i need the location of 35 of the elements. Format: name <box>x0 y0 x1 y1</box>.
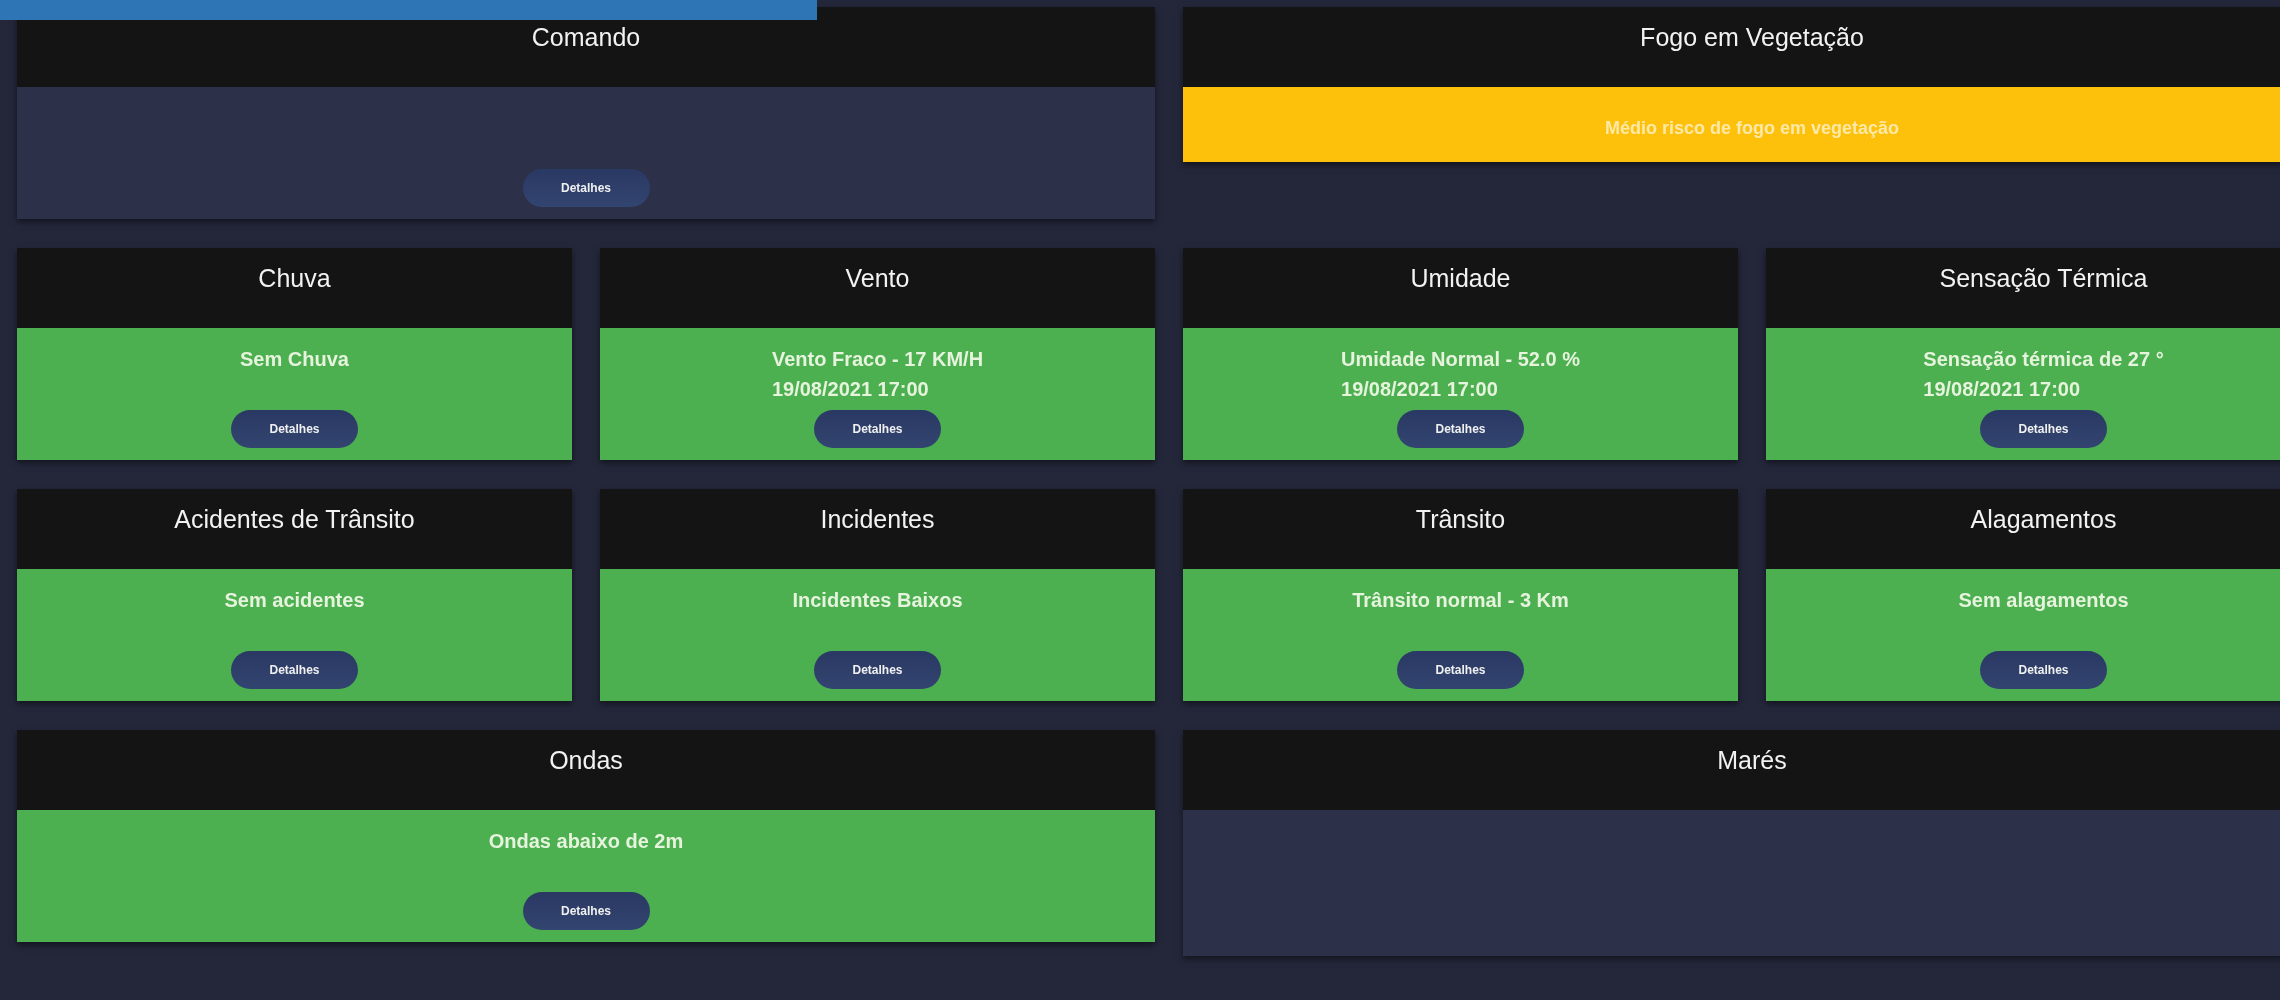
status-text: Trânsito normal - 3 Km <box>1352 588 1569 613</box>
card-title: Fogo em Vegetação <box>1640 23 1864 52</box>
card-title: Comando <box>531 23 641 52</box>
status-text: Sem alagamentos <box>1958 588 2129 613</box>
status-text: Umidade Normal - 52.0 % <box>1341 347 1580 372</box>
details-button[interactable]: Detalhes <box>1397 410 1524 448</box>
card-title: Umidade <box>1410 264 1511 293</box>
details-button[interactable]: Detalhes <box>814 410 941 448</box>
card-title: Vento <box>845 264 910 293</box>
details-button[interactable]: Detalhes <box>231 651 358 689</box>
status-text: Médio risco de fogo em vegetação <box>1604 117 1900 140</box>
details-button[interactable]: Detalhes <box>231 410 358 448</box>
status-text: 19/08/2021 17:00 <box>771 377 930 402</box>
card-title: Alagamentos <box>1970 505 2117 534</box>
status-text: 19/08/2021 17:00 <box>1341 377 1499 402</box>
details-button[interactable]: Detalhes <box>1397 651 1524 689</box>
status-text: Sem acidentes <box>224 588 365 613</box>
details-button[interactable]: Detalhes <box>522 169 650 207</box>
details-button[interactable]: Detalhes <box>1980 651 2107 689</box>
status-text: Sensação térmica de 27 ° <box>1923 347 2164 372</box>
status-text: Ondas abaixo de 2m <box>488 829 684 854</box>
card-title: Marés <box>1717 746 1787 775</box>
details-button[interactable]: Detalhes <box>814 651 941 689</box>
card-title: Acidentes de Trânsito <box>174 505 415 534</box>
status-text: Incidentes Baixos <box>792 588 963 613</box>
card-title: Chuva <box>258 264 331 293</box>
details-button[interactable]: Detalhes <box>1980 410 2107 448</box>
status-text: Vento Fraco - 17 KM/H <box>771 347 984 372</box>
status-text: Sem Chuva <box>240 347 349 372</box>
details-button[interactable]: Detalhes <box>522 892 650 930</box>
card-title: Sensação Térmica <box>1939 264 2148 293</box>
card-title: Trânsito <box>1415 505 1506 534</box>
card-title: Ondas <box>549 746 623 775</box>
status-text: 19/08/2021 17:00 <box>1923 377 2082 402</box>
card-title: Incidentes <box>820 505 935 534</box>
